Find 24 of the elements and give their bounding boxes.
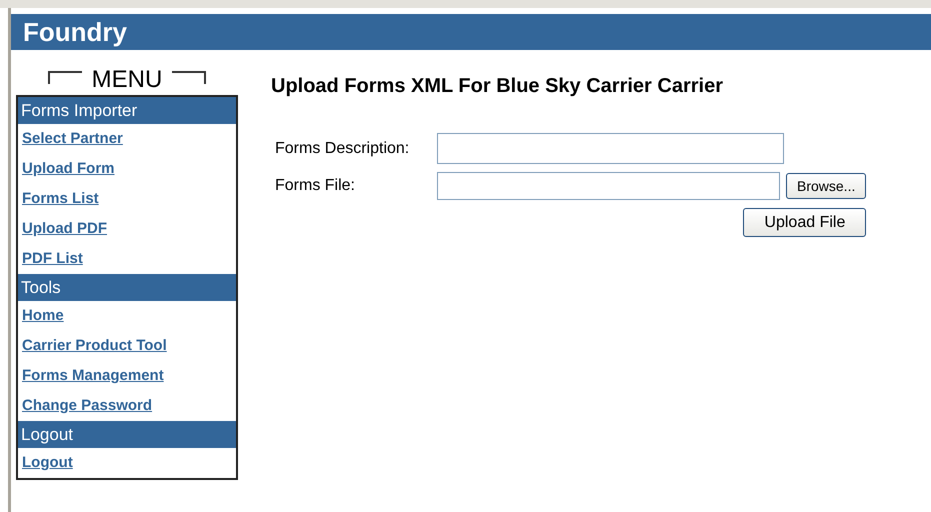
menu-link[interactable]: PDF List: [18, 244, 83, 274]
page-title: Upload Forms XML For Blue Sky Carrier Carrier: [271, 74, 724, 98]
menu-section-heading: Forms Importer: [18, 97, 236, 124]
menu-link[interactable]: Select Partner: [18, 124, 123, 154]
menu-link[interactable]: Upload PDF: [18, 214, 107, 244]
menu-link[interactable]: Home: [18, 301, 64, 331]
bracket-line: [172, 68, 206, 84]
menu-link[interactable]: Logout: [18, 448, 73, 478]
bracket-line: [48, 68, 82, 84]
upload-button[interactable]: Upload File: [743, 208, 866, 237]
menu-link[interactable]: Forms Management: [18, 361, 164, 391]
file-field[interactable]: [437, 172, 780, 200]
menu-link[interactable]: Change Password: [18, 391, 152, 421]
menu-link[interactable]: Carrier Product Tool: [18, 331, 167, 361]
menu-title: MENU: [92, 68, 162, 92]
browse-button[interactable]: Browse...: [786, 173, 866, 199]
menu-section-heading: Logout: [18, 421, 236, 448]
menu-section-heading: Tools: [18, 274, 236, 301]
menu-link[interactable]: Upload Form: [18, 154, 114, 184]
field-label: Forms Description:: [275, 140, 410, 158]
description-field[interactable]: [437, 133, 784, 164]
app-title: Foundry: [11, 14, 931, 50]
field-label: Forms File:: [275, 177, 356, 195]
menu-link[interactable]: Forms List: [18, 184, 99, 214]
